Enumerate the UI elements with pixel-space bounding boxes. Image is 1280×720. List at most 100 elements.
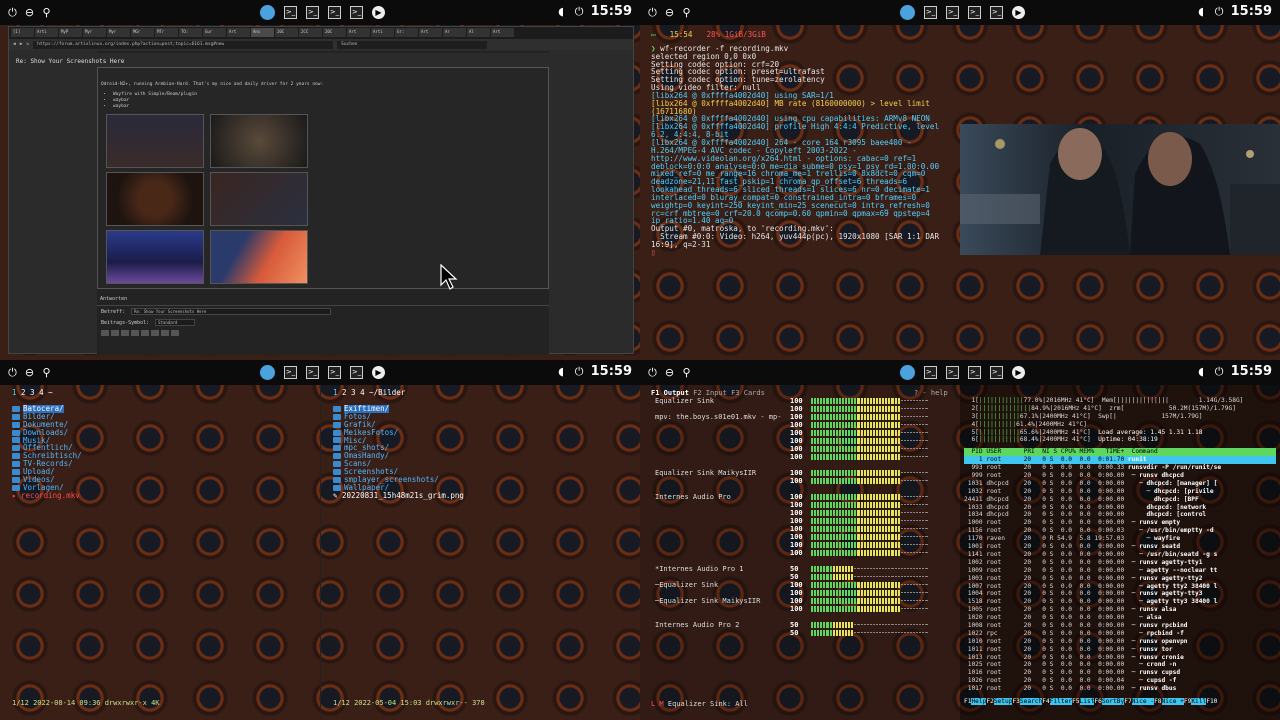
settings-icon[interactable]: ⊖ <box>23 366 36 379</box>
process-row[interactable]: 1156 root 20 0 S 0.0 0.0 0:00.03 ─ /usr/… <box>964 527 1276 535</box>
ranger-tab-current[interactable]: 1 <box>333 388 338 397</box>
network-icon[interactable]: ⏻ <box>1213 365 1226 378</box>
reload-icon[interactable]: ↻ <box>26 42 29 47</box>
browser-tab[interactable]: 20C <box>323 28 346 37</box>
volume-meter[interactable] <box>811 518 939 524</box>
settings-icon[interactable]: ⊖ <box>663 6 676 19</box>
firefox-launcher-icon[interactable] <box>900 5 915 20</box>
symbol-select[interactable]: Standard <box>155 319 196 326</box>
subject-input[interactable]: Re: Show Your Screenshots Here <box>131 308 332 315</box>
quote-button[interactable] <box>171 330 179 336</box>
function-key-label[interactable]: Nice - <box>1131 698 1155 706</box>
settings-icon[interactable]: ⊖ <box>663 366 676 379</box>
function-key[interactable]: F8 <box>1154 698 1161 705</box>
directory-item[interactable]: Fotos/ <box>333 412 628 421</box>
terminal-launcher-icon[interactable]: >_ <box>924 6 937 19</box>
image-button[interactable] <box>161 330 169 336</box>
browser-tab[interactable]: MTr <box>155 28 178 37</box>
tools-icon[interactable]: ⚲ <box>40 6 53 19</box>
function-key-label[interactable]: Setup <box>993 698 1013 706</box>
volume-meter[interactable] <box>811 606 939 612</box>
mixer-channel-row[interactable]: ─Equalizer Sink 100 <box>651 581 949 589</box>
process-row[interactable]: 1022 rpc 20 0 S 0.0 0.0 0:00.00 ─ rpcbin… <box>964 630 1276 638</box>
firefox-launcher-icon[interactable] <box>260 5 275 20</box>
process-row[interactable]: 1013 root 20 0 S 0.0 0.0 0:00.00 ─ runsv… <box>964 654 1276 662</box>
process-row[interactable]: 1170 raven 20 0 R 54.9 5.8 19:57.03 ─ wa… <box>964 535 1276 543</box>
process-row[interactable]: 999 root 20 0 S 0.0 0.0 0:00.00 ─ runsv … <box>964 472 1276 480</box>
url-bar[interactable]: https://forum.artixlinux.org/index.php?a… <box>33 40 334 49</box>
terminal-launcher-icon[interactable]: >_ <box>924 366 937 379</box>
browser-tab[interactable]: Gr: <box>395 28 418 37</box>
network-icon[interactable]: ⏻ <box>1213 5 1226 18</box>
browser-tab[interactable]: Myr <box>107 28 130 37</box>
browser-tab[interactable]: 20C <box>275 28 298 37</box>
mixer-channel-row[interactable]: 100 <box>651 509 949 517</box>
underline-button[interactable] <box>121 330 129 336</box>
mixer-channel-row[interactable]: 100 <box>651 589 949 597</box>
mixer-channel-row[interactable]: 100 <box>651 453 949 461</box>
mixer-channel-row[interactable]: 100 <box>651 549 949 557</box>
process-row[interactable]: 1011 root 20 0 S 0.0 0.0 0:00.00 ─ runsv… <box>964 646 1276 654</box>
volume-meter[interactable] <box>811 582 939 588</box>
volume-icon[interactable]: ◖ <box>1195 365 1208 378</box>
screenshot-thumbnail[interactable] <box>106 172 204 226</box>
browser-tab[interactable]: Art <box>419 28 442 37</box>
directory-item[interactable]: MeikesFotos/ <box>333 428 628 437</box>
volume-meter[interactable] <box>811 510 939 516</box>
mixer-channel-row[interactable]: Internes Audio Pro 2 50 <box>651 621 949 629</box>
terminal-launcher-icon[interactable]: >_ <box>284 6 297 19</box>
process-row[interactable]: 24411 dhcpcd 20 0 S 0.0 0.0 0:00.00 dhcp… <box>964 496 1276 504</box>
terminal-window[interactable]: ▭ 15:54 28% 1GiB/3GiB ❯ wf-recorder -f reco… <box>640 25 960 360</box>
browser-tab[interactable]: Gur <box>203 28 226 37</box>
screenshot-thumbnail[interactable] <box>210 230 308 284</box>
function-key-label[interactable]: SortBy <box>1101 698 1125 706</box>
link-button[interactable] <box>151 330 159 336</box>
italic-button[interactable] <box>111 330 119 336</box>
process-row[interactable]: 1008 root 20 0 S 0.0 0.0 0:00.00 ─ runsv… <box>964 622 1276 630</box>
mixer-channel-row[interactable]: mpv: the.boys.s01e01.mkv - mp- 100 <box>651 413 949 421</box>
volume-meter[interactable] <box>811 534 939 540</box>
function-key[interactable]: F3 <box>1012 698 1019 705</box>
mixer-channel-row[interactable]: 100 <box>651 525 949 533</box>
process-row[interactable]: 1025 root 20 0 S 0.0 0.0 0:00.00 ─ crond… <box>964 661 1276 669</box>
network-icon[interactable]: ⏻ <box>573 365 586 378</box>
mixer-channel-row[interactable]: 100 <box>651 605 949 613</box>
volume-meter[interactable] <box>811 566 939 572</box>
directory-item[interactable]: Upload/ <box>12 468 308 476</box>
volume-meter[interactable] <box>811 478 939 484</box>
power-icon[interactable]: ⏻ <box>646 6 659 19</box>
function-key-label[interactable]: Help <box>971 698 987 706</box>
volume-icon[interactable]: ◖ <box>555 365 568 378</box>
function-key-label[interactable]: Filter <box>1049 698 1073 706</box>
screenshot-thumbnail[interactable] <box>106 230 204 284</box>
file-item[interactable]: ▸ recording.mkv <box>12 491 308 500</box>
tab-input[interactable]: F2 Input <box>693 389 727 397</box>
browser-tab[interactable]: Al <box>467 28 490 37</box>
mixer-channel-row[interactable]: 100 <box>651 517 949 525</box>
htop-window[interactable]: 1[||||||||||||77.0%|2016MHz 41°C] Mem[||… <box>960 385 1280 720</box>
power-icon[interactable]: ⏻ <box>6 6 19 19</box>
mixer-channel-row[interactable]: Internes Audio Pro 100 <box>651 493 949 501</box>
directory-item[interactable]: Batocera/ <box>12 405 308 413</box>
terminal-launcher-icon[interactable]: >_ <box>990 6 1003 19</box>
function-key[interactable]: F5 <box>1072 698 1079 705</box>
mixer-channel-row[interactable]: ─Equalizer Sink MaikysIIR 100 <box>651 597 949 605</box>
terminal-launcher-icon[interactable]: >_ <box>968 6 981 19</box>
browser-tab[interactable]: TO: <box>179 28 202 37</box>
directory-item[interactable]: Downloads/ <box>12 428 308 437</box>
mixer-channel-row[interactable]: 100 <box>651 445 949 453</box>
process-row[interactable]: 1004 root 20 0 S 0.0 0.0 0:00.00 ─ runsv… <box>964 590 1276 598</box>
browser-tab[interactable]: Art <box>227 28 250 37</box>
volume-meter[interactable] <box>811 550 939 556</box>
search-input[interactable]: Suchen <box>337 40 488 49</box>
tools-icon[interactable]: ⚲ <box>40 366 53 379</box>
mixer-channel-row[interactable]: 100 <box>651 405 949 413</box>
volume-meter[interactable] <box>811 494 939 500</box>
process-row[interactable]: 1020 root 20 0 S 0.0 0.0 0:00.00 ─ alsa <box>964 614 1276 622</box>
screenshot-thumbnail[interactable] <box>210 172 308 226</box>
forward-icon[interactable]: ▶ <box>20 42 23 47</box>
browser-tab[interactable]: Art <box>347 28 370 37</box>
browser-tab[interactable]: MyP <box>59 28 82 37</box>
process-row[interactable]: 1034 dhcpcd 20 0 S 0.0 0.0 0:00.00 dhcpc… <box>964 511 1276 519</box>
mixer-channel-row[interactable]: 50 <box>651 573 949 581</box>
